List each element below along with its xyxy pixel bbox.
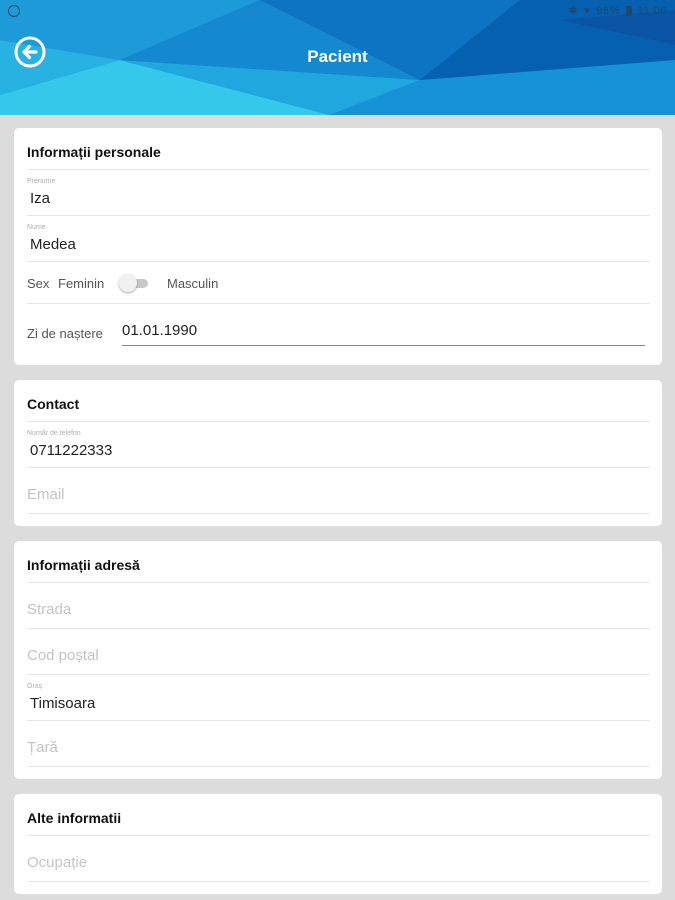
toggle-knob xyxy=(119,274,137,292)
app-header: ✱ ▾ 98% 11:06 Pacient xyxy=(0,0,675,115)
divider xyxy=(27,215,650,216)
first-name-caption: Prenume xyxy=(27,178,56,185)
street-field[interactable]: Strada xyxy=(27,601,71,618)
personal-info-card: Informații personale Prenume Iza Nume Me… xyxy=(14,128,662,365)
divider xyxy=(27,513,650,514)
sex-option-masculin: Masculin xyxy=(167,276,219,291)
divider xyxy=(27,303,650,304)
other-info-card: Alte informatii Ocupație xyxy=(14,794,662,894)
birth-date-label: Zi de naștere xyxy=(27,326,103,341)
country-field[interactable]: Țară xyxy=(27,739,58,756)
status-indicators: ✱ ▾ 98% 11:06 xyxy=(568,4,668,18)
wifi-icon: ▾ xyxy=(584,5,591,17)
contact-title: Contact xyxy=(27,396,80,412)
page-title: Pacient xyxy=(307,47,368,66)
divider xyxy=(27,766,650,767)
other-info-title: Alte informatii xyxy=(27,810,122,826)
notification-icon xyxy=(8,5,20,17)
phone-caption: Număr de telefon xyxy=(27,430,81,437)
divider xyxy=(27,674,650,675)
sex-option-feminin: Feminin xyxy=(58,276,105,291)
sex-label: Sex xyxy=(27,276,50,291)
last-name-field[interactable]: Medea xyxy=(30,236,76,253)
city-caption: Oraș xyxy=(27,683,43,690)
sex-toggle[interactable] xyxy=(119,274,149,292)
postal-code-field[interactable]: Cod poștal xyxy=(27,647,99,664)
divider xyxy=(27,881,650,882)
city-field[interactable]: Timisoara xyxy=(30,695,95,712)
last-name-caption: Nume xyxy=(27,224,46,231)
address-card: Informații adresă Strada Cod poștal Oraș… xyxy=(14,541,662,779)
birth-date-input[interactable]: 01.01.1990 xyxy=(122,318,645,346)
divider xyxy=(27,835,650,836)
divider xyxy=(27,720,650,721)
divider xyxy=(27,421,650,422)
battery-icon xyxy=(625,5,632,16)
email-field[interactable]: Email xyxy=(27,486,65,503)
contact-card: Contact Număr de telefon 0711222333 Emai… xyxy=(14,380,662,526)
divider xyxy=(27,628,650,629)
status-bar: ✱ ▾ 98% 11:06 xyxy=(0,0,675,24)
first-name-field[interactable]: Iza xyxy=(30,190,50,207)
battery-percent: 98% xyxy=(596,4,620,17)
occupation-field[interactable]: Ocupație xyxy=(27,854,87,871)
divider xyxy=(27,169,650,170)
divider xyxy=(27,467,650,468)
phone-field[interactable]: 0711222333 xyxy=(30,442,112,459)
bluetooth-icon: ✱ xyxy=(568,5,579,17)
status-time: 11:06 xyxy=(637,4,667,17)
divider xyxy=(27,261,650,262)
divider xyxy=(27,582,650,583)
address-title: Informații adresă xyxy=(27,557,140,573)
personal-info-title: Informații personale xyxy=(27,144,161,160)
